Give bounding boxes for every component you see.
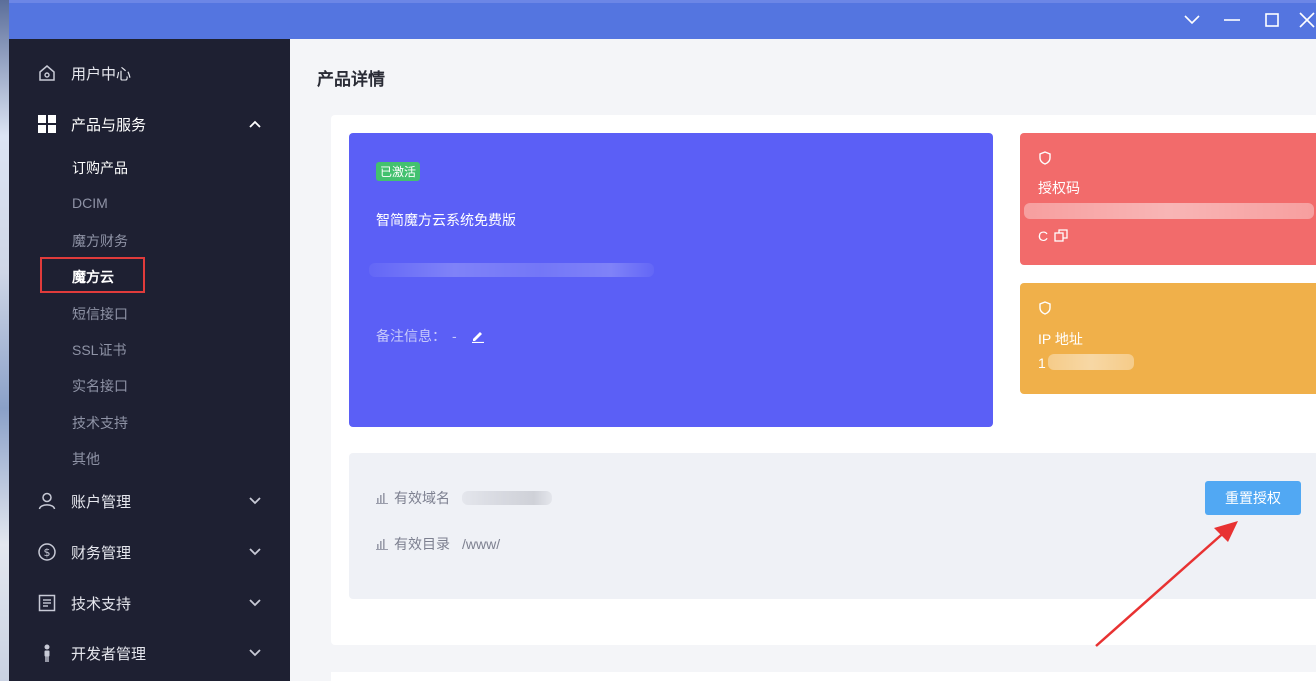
- sidebar-subitem-order-products[interactable]: 订购产品: [72, 158, 128, 178]
- sidebar-subitem-other[interactable]: 其他: [72, 449, 100, 469]
- sidebar-item-user-center[interactable]: 用户中心: [9, 53, 290, 93]
- sidebar-item-label: 产品与服务: [71, 116, 147, 134]
- ip-address-card: IP 地址 1: [1020, 283, 1316, 394]
- auth-code-prefix: C: [1038, 228, 1049, 244]
- auth-code-row: C: [1038, 228, 1068, 244]
- svg-text:$: $: [44, 546, 51, 559]
- main-content: 产品详情 已激活 智简魔方云系统免费版 备注信息： - 授权码 C IP 地址 …: [290, 39, 1316, 681]
- home-icon: [37, 63, 57, 83]
- developer-icon: [37, 643, 57, 663]
- valid-domain-label: 有效域名: [394, 490, 450, 506]
- auth-code-label: 授权码: [1038, 180, 1080, 196]
- bar-chart-icon: [376, 538, 388, 550]
- close-icon[interactable]: [1297, 10, 1316, 30]
- valid-directory-label: 有效目录: [394, 536, 450, 552]
- sidebar-item-label: 开发者管理: [71, 645, 147, 663]
- edit-icon[interactable]: [471, 329, 485, 343]
- status-badge: 已激活: [376, 162, 421, 181]
- sidebar-item-products-services[interactable]: 产品与服务: [9, 104, 290, 144]
- product-name: 智简魔方云系统免费版: [376, 212, 516, 228]
- window-titlebar[interactable]: [9, 0, 1316, 39]
- sidebar-item-label: 账户管理: [71, 493, 132, 511]
- sidebar-item-label: 技术支持: [71, 595, 132, 613]
- sidebar-subitem-tech-support[interactable]: 技术支持: [72, 413, 128, 433]
- sidebar-subitem-mofang-finance[interactable]: 魔方财务: [72, 231, 128, 251]
- sidebar-item-label: 财务管理: [71, 544, 132, 562]
- sidebar-subitem-realname-api[interactable]: 实名接口: [72, 376, 128, 396]
- blurred-domain-value: [462, 491, 552, 505]
- copy-icon[interactable]: [1054, 229, 1068, 243]
- user-icon: [37, 491, 57, 511]
- sidebar-item-finance[interactable]: $ 财务管理: [9, 532, 290, 572]
- sidebar-item-account[interactable]: 账户管理: [9, 481, 290, 521]
- panel-bottom-edge: [331, 672, 1316, 681]
- blurred-ip-address: [1048, 354, 1134, 370]
- chevron-down-icon: [248, 545, 262, 559]
- license-info-section: 有效域名 有效目录 /www/ 重置授权: [349, 453, 1316, 599]
- sidebar-subitem-mofang-cloud[interactable]: 魔方云: [72, 267, 114, 287]
- chevron-up-icon: [248, 117, 262, 131]
- chevron-down-icon: [248, 596, 262, 610]
- sidebar-subitem-ssl-cert[interactable]: SSL证书: [72, 340, 126, 360]
- desktop-background-strip: [0, 0, 9, 681]
- valid-domain-row: 有效域名: [376, 488, 552, 508]
- valid-directory-value: /www/: [462, 536, 501, 552]
- page-title: 产品详情: [317, 70, 385, 89]
- sidebar-item-developer[interactable]: 开发者管理: [9, 633, 290, 673]
- dollar-icon: $: [37, 542, 57, 562]
- shield-icon: [1038, 301, 1052, 315]
- ip-address-prefix: 1: [1038, 355, 1046, 371]
- titlebar-top-line: [9, 0, 1316, 3]
- chevron-down-icon[interactable]: [1182, 10, 1202, 30]
- document-icon: [37, 593, 57, 613]
- maximize-icon[interactable]: [1262, 10, 1282, 30]
- auth-code-card: 授权码 C: [1020, 133, 1316, 265]
- shield-icon: [1038, 151, 1052, 165]
- bar-chart-icon: [376, 492, 388, 504]
- chevron-down-icon: [248, 494, 262, 508]
- remark-label: 备注信息：: [376, 328, 446, 344]
- blurred-auth-code: [1024, 203, 1314, 219]
- sidebar-subitem-sms-api[interactable]: 短信接口: [72, 304, 128, 324]
- sidebar: 用户中心 产品与服务 订购产品 DCIM 魔方财务 魔方云 短信接口 SSL证书…: [9, 39, 290, 681]
- ip-address-label: IP 地址: [1038, 331, 1083, 347]
- grid-icon: [37, 114, 57, 134]
- valid-directory-row: 有效目录 /www/: [376, 534, 500, 554]
- remark-value: -: [452, 328, 457, 344]
- reset-authorization-button[interactable]: 重置授权: [1205, 481, 1301, 515]
- sidebar-subitem-dcim[interactable]: DCIM: [72, 195, 108, 211]
- sidebar-item-tech-support[interactable]: 技术支持: [9, 583, 290, 623]
- minimize-icon[interactable]: [1222, 10, 1242, 30]
- remark-row: 备注信息： -: [376, 326, 485, 346]
- blurred-product-info: [369, 263, 654, 277]
- sidebar-item-label: 用户中心: [71, 65, 132, 83]
- chevron-down-icon: [248, 646, 262, 660]
- product-card: 已激活 智简魔方云系统免费版 备注信息： -: [349, 133, 993, 427]
